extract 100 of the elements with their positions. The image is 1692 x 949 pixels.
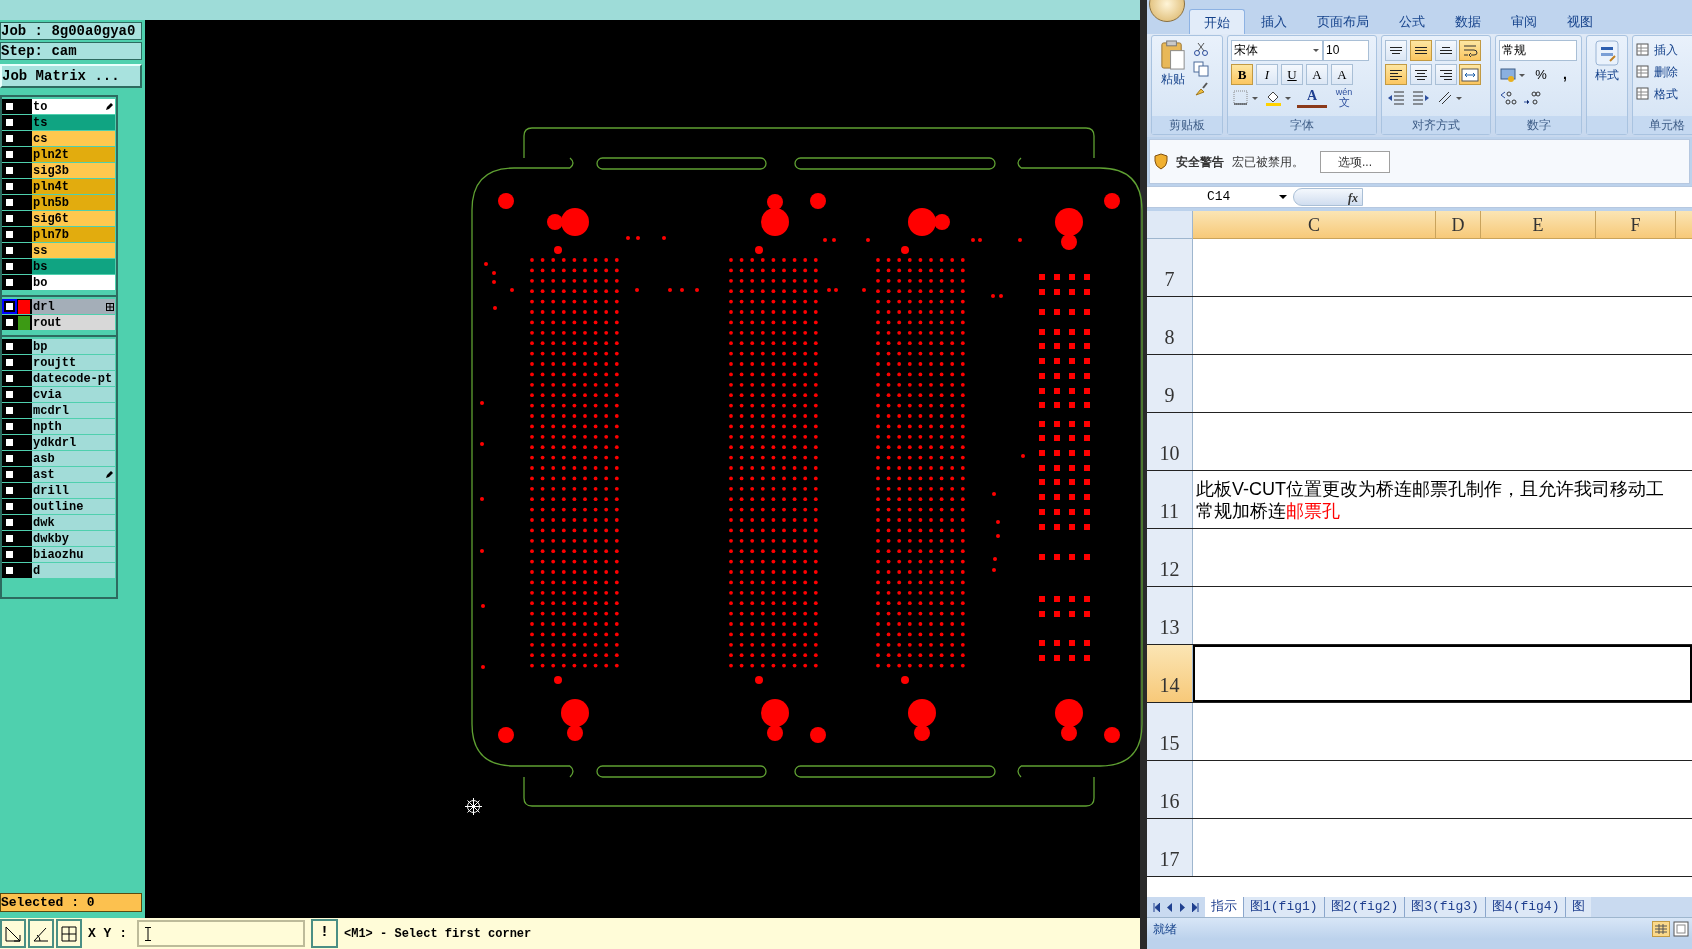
layer-name[interactable]: sig6t: [32, 211, 115, 226]
grow-button[interactable]: A: [1306, 64, 1328, 85]
layer-name[interactable]: datecode-pt: [32, 371, 115, 386]
name-box[interactable]: C14: [1147, 187, 1293, 207]
angle-button[interactable]: [28, 919, 54, 948]
ribbon-tab[interactable]: 公式: [1385, 9, 1439, 34]
column-header[interactable]: E: [1481, 211, 1596, 239]
phonetic-button[interactable]: wén 文: [1332, 88, 1356, 108]
borders-icon[interactable]: [1231, 88, 1261, 108]
row-header[interactable]: 12: [1147, 529, 1193, 586]
italic-button[interactable]: I: [1256, 64, 1278, 85]
brush-icon[interactable]: [1193, 81, 1209, 97]
layer-name[interactable]: roujtt: [32, 355, 115, 370]
layer-name[interactable]: sig3b: [32, 163, 115, 178]
number-format-dropdown[interactable]: 常规: [1499, 40, 1577, 61]
cells-menu-button[interactable]: 插入: [1636, 40, 1692, 59]
row-header[interactable]: 15: [1147, 703, 1193, 760]
layer-name[interactable]: ts: [32, 115, 115, 130]
layer-name[interactable]: ast: [32, 467, 115, 482]
row-header[interactable]: 7: [1147, 239, 1193, 296]
row-header[interactable]: 8: [1147, 297, 1193, 354]
comma-button[interactable]: ,: [1555, 64, 1575, 85]
underline-button[interactable]: U: [1281, 64, 1303, 85]
layer-name[interactable]: rout: [32, 315, 115, 330]
font-size-dropdown[interactable]: 10: [1323, 40, 1369, 61]
layer-name[interactable]: pln5b: [32, 195, 115, 210]
skip-arrow-icon[interactable]: [1192, 902, 1199, 912]
ribbon-tab[interactable]: 插入: [1247, 9, 1301, 34]
percent-button[interactable]: %: [1530, 64, 1552, 85]
wrap-button[interactable]: [1459, 40, 1482, 61]
layer-name[interactable]: pln4t: [32, 179, 115, 194]
bold-button[interactable]: B: [1231, 64, 1253, 85]
layer-name[interactable]: cvia: [32, 387, 115, 402]
align-top-button[interactable]: [1385, 40, 1407, 61]
row-header[interactable]: 16: [1147, 761, 1193, 818]
column-header[interactable]: D: [1436, 211, 1481, 239]
selected-cell[interactable]: [1193, 645, 1692, 702]
shrink-button[interactable]: A: [1331, 64, 1353, 85]
ribbon-tab[interactable]: 开始: [1189, 9, 1245, 34]
sheet-tab[interactable]: 图1(fig1): [1243, 897, 1324, 917]
layer-name[interactable]: drill: [32, 483, 115, 498]
scissors-icon[interactable]: [1193, 41, 1209, 57]
layer-name[interactable]: cs: [32, 131, 115, 146]
column-header[interactable]: F: [1596, 211, 1676, 239]
layer-name[interactable]: pln7b: [32, 227, 115, 242]
align-bottom-button[interactable]: [1434, 40, 1457, 61]
font-color-button[interactable]: A: [1297, 88, 1327, 108]
merge-button[interactable]: [1459, 64, 1482, 85]
row-header[interactable]: 10: [1147, 413, 1193, 470]
sheet-tab[interactable]: 指示: [1205, 897, 1243, 917]
row-header[interactable]: 13: [1147, 587, 1193, 644]
skip-arrow-icon[interactable]: [1153, 902, 1160, 912]
align-left-button[interactable]: [1385, 64, 1407, 85]
normal-view-icon[interactable]: [1652, 920, 1670, 937]
row-header[interactable]: 11: [1147, 471, 1193, 528]
row-header[interactable]: 17: [1147, 819, 1193, 876]
sheet-tab[interactable]: 图3(fig3): [1404, 897, 1485, 917]
align-center-button[interactable]: [1409, 64, 1432, 85]
copy-icon[interactable]: [1193, 61, 1209, 77]
ribbon-tab[interactable]: 数据: [1441, 9, 1495, 34]
cells-menu-button[interactable]: 格式: [1636, 84, 1692, 103]
ribbon-tab[interactable]: 页面布局: [1303, 9, 1383, 34]
layer-name[interactable]: ss: [32, 243, 115, 258]
column-header[interactable]: C: [1193, 211, 1436, 239]
layer-name[interactable]: mcdrl: [32, 403, 115, 418]
sheet-tab[interactable]: 图: [1565, 897, 1592, 917]
ribbon-tab[interactable]: 审阅: [1497, 9, 1551, 34]
row-header[interactable]: 9: [1147, 355, 1193, 412]
row-header[interactable]: 14: [1147, 645, 1193, 702]
layer-name[interactable]: pln2t: [32, 147, 115, 162]
ribbon-tab[interactable]: 视图: [1553, 9, 1607, 34]
font-name-dropdown[interactable]: 宋体: [1231, 40, 1323, 61]
layer-name[interactable]: drl: [32, 299, 115, 314]
layer-name[interactable]: bs: [32, 259, 115, 274]
styles-button[interactable]: 样式: [1590, 40, 1624, 116]
diagonal-arrow-button[interactable]: [0, 919, 26, 948]
layer-name[interactable]: bo: [32, 275, 115, 290]
increase-decimal-icon[interactable]: [1499, 89, 1519, 107]
job-matrix-button[interactable]: Job Matrix ...: [0, 64, 142, 88]
layer-name[interactable]: dwk: [32, 515, 115, 530]
decrease-decimal-icon[interactable]: [1522, 89, 1542, 107]
layer-name[interactable]: outline: [32, 499, 115, 514]
page-layout-icon[interactable]: [1672, 920, 1690, 937]
sheet-tab[interactable]: 图2(fig2): [1323, 897, 1405, 917]
layer-name[interactable]: ydkdrl: [32, 435, 115, 450]
layer-name[interactable]: npth: [32, 419, 115, 434]
grid-button[interactable]: [56, 919, 82, 948]
layer-name[interactable]: d: [32, 563, 115, 578]
layer-name[interactable]: to: [32, 99, 115, 114]
cells-menu-button[interactable]: 删除: [1636, 62, 1692, 81]
sheet-tab[interactable]: 图4(fig4): [1484, 897, 1566, 917]
align-middle-button[interactable]: [1409, 40, 1432, 61]
layer-name[interactable]: bp: [32, 339, 115, 354]
align-right-button[interactable]: [1434, 64, 1457, 85]
exclamation-button[interactable]: !: [311, 919, 338, 948]
layer-name[interactable]: biaozhu: [32, 547, 115, 562]
layer-name[interactable]: asb: [32, 451, 115, 466]
options-button[interactable]: 选项...: [1320, 150, 1390, 173]
formula-button[interactable]: fx: [1293, 188, 1363, 206]
coordinate-input[interactable]: [137, 920, 305, 947]
